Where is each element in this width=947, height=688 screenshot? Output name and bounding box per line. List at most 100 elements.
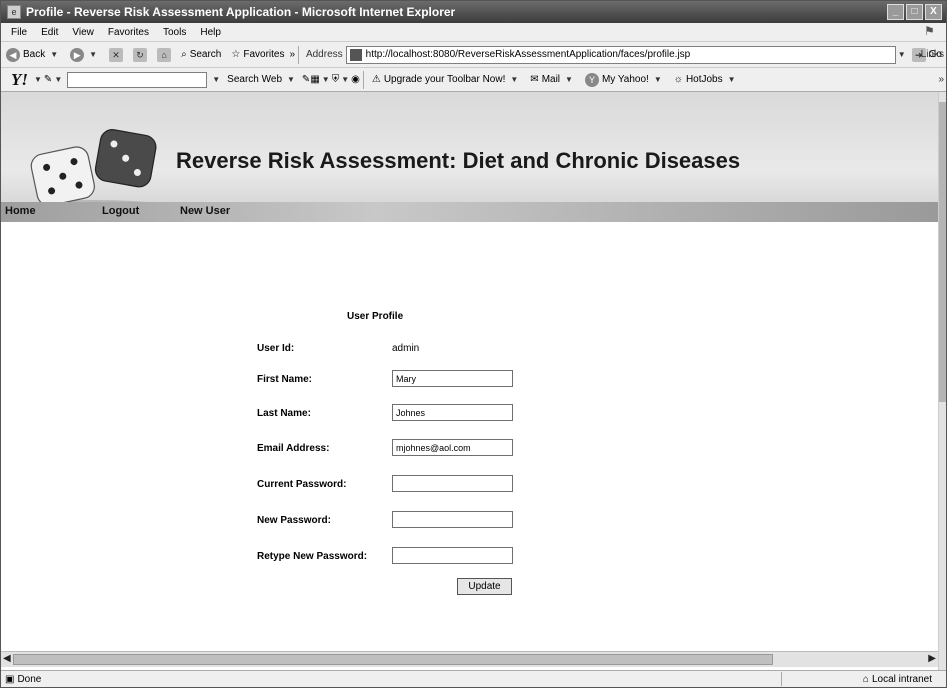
shield-dropdown-icon[interactable]: ▼	[339, 75, 351, 84]
new-password-field[interactable]	[392, 511, 513, 528]
mail-button[interactable]: ✉ Mail ▼	[525, 74, 580, 85]
stop-icon: ✕	[109, 47, 124, 62]
upgrade-dropdown-icon[interactable]: ▼	[508, 75, 520, 84]
minimize-button[interactable]: _	[887, 4, 904, 20]
my-yahoo-dropdown-icon[interactable]: ▼	[652, 75, 664, 84]
first-name-label: First Name:	[257, 374, 313, 385]
menu-tools[interactable]: Tools	[156, 27, 193, 38]
vertical-scroll-thumb[interactable]	[939, 102, 946, 402]
hotjobs-dropdown-icon[interactable]: ▼	[726, 75, 738, 84]
last-name-label: Last Name:	[257, 408, 311, 419]
highlight-pencil-icon[interactable]: ✎	[302, 74, 310, 85]
done-page-icon: ▣	[5, 673, 15, 685]
mail-envelope-icon: ✉	[530, 74, 539, 85]
mail-dropdown-icon[interactable]: ▼	[563, 75, 575, 84]
page-content: Reverse Risk Assessment: Diet and Chroni…	[1, 92, 938, 670]
window-title: Profile - Reverse Risk Assessment Applic…	[26, 5, 456, 19]
menu-file[interactable]: File	[1, 27, 34, 38]
title-bar: e Profile - Reverse Risk Assessment Appl…	[1, 1, 946, 23]
pencil-dropdown-icon[interactable]: ▼	[52, 75, 64, 84]
status-bar: ▣ Done ⌂ Local intranet	[1, 670, 946, 687]
update-button[interactable]: Update	[457, 578, 512, 595]
back-button[interactable]: ◀ Back ▼	[1, 47, 65, 62]
back-label: Back	[23, 49, 46, 60]
menu-help[interactable]: Help	[193, 27, 228, 38]
search-history-dropdown-icon[interactable]: ▼	[210, 75, 222, 84]
hotjobs-icon: ☼	[673, 74, 683, 85]
refresh-icon: ↻	[133, 47, 148, 62]
local-intranet-icon: ⌂	[862, 673, 869, 685]
current-password-field[interactable]	[392, 475, 513, 492]
address-bar[interactable]: http://localhost:8080/ReverseRiskAssessm…	[345, 45, 896, 64]
refresh-button[interactable]: ↻	[128, 47, 152, 62]
toolbar-separator	[298, 45, 299, 64]
grid-icon[interactable]: ▦	[310, 74, 319, 85]
nav-new-user-link[interactable]: New User	[180, 205, 230, 217]
grid-dropdown-icon[interactable]: ▼	[320, 75, 332, 84]
horizontal-scrollbar[interactable]: ◀ ▶	[1, 651, 938, 667]
favorites-button[interactable]: ☆ Favorites	[226, 49, 289, 60]
menu-bar: File Edit View Favorites Tools Help ⚑	[1, 23, 946, 41]
email-field[interactable]	[392, 439, 513, 456]
stop-button[interactable]: ✕	[104, 47, 128, 62]
yahoo-toolbar-overflow-chevron-icon[interactable]: »	[938, 74, 944, 85]
pencil-icon[interactable]: ✎	[44, 74, 52, 85]
home-button[interactable]: ⌂	[152, 47, 176, 62]
search-web-dropdown-icon[interactable]: ▼	[285, 75, 297, 84]
menu-edit[interactable]: Edit	[34, 27, 65, 38]
upgrade-label: Upgrade your Toolbar Now!	[383, 74, 506, 85]
home-icon: ⌂	[157, 47, 172, 62]
dice-logo	[24, 129, 164, 212]
circle-badge-icon[interactable]: ◉	[351, 74, 360, 85]
favorites-label: Favorites	[243, 49, 285, 60]
hotjobs-button[interactable]: ☼ HotJobs ▼	[669, 74, 743, 85]
yahoo-logo[interactable]: Y!	[1, 70, 32, 90]
maximize-button[interactable]: □	[906, 4, 923, 20]
horizontal-scroll-thumb[interactable]	[13, 654, 773, 665]
ie-page-icon: e	[7, 5, 21, 19]
toolbar-overflow-chevron-icon[interactable]: »	[289, 49, 295, 60]
nav-logout-link[interactable]: Logout	[102, 205, 139, 217]
my-yahoo-icon: Y	[584, 72, 599, 87]
close-button[interactable]: X	[925, 4, 942, 20]
window-controls: _ □ X	[887, 4, 942, 20]
yahoo-search-input[interactable]	[67, 71, 208, 88]
menu-view[interactable]: View	[65, 27, 101, 38]
security-zone: ⌂ Local intranet	[863, 674, 932, 685]
forward-button[interactable]: ▶ ▼	[65, 47, 104, 62]
links-label[interactable]: Links	[921, 49, 944, 60]
site-nav: Home Logout New User	[1, 202, 938, 222]
zone-text: Local intranet	[871, 673, 932, 685]
shield-icon[interactable]: ⛨	[332, 74, 340, 85]
user-id-label: User Id:	[257, 343, 295, 354]
scroll-right-arrow-icon[interactable]: ▶	[928, 653, 936, 664]
last-name-field[interactable]	[392, 404, 513, 421]
nav-home-link[interactable]: Home	[5, 205, 36, 217]
address-dropdown-icon[interactable]: ▼	[896, 50, 908, 59]
menu-favorites[interactable]: Favorites	[101, 27, 156, 38]
search-icon: ⌕	[181, 49, 187, 60]
address-url[interactable]: http://localhost:8080/ReverseRiskAssessm…	[366, 49, 691, 60]
search-button[interactable]: ⌕ Search	[176, 49, 226, 60]
vertical-scrollbar[interactable]	[938, 92, 946, 670]
retype-password-label: Retype New Password:	[257, 551, 368, 562]
star-icon: ☆	[231, 49, 241, 60]
status-separator	[781, 672, 782, 686]
user-profile-heading: User Profile	[347, 311, 404, 322]
windows-logo-icon: ⚑	[924, 24, 935, 38]
user-id-value: admin	[392, 343, 420, 354]
upgrade-toolbar-button[interactable]: ⚠ Upgrade your Toolbar Now! ▼	[367, 74, 525, 85]
scroll-left-arrow-icon[interactable]: ◀	[3, 653, 11, 664]
retype-password-field[interactable]	[392, 547, 513, 564]
forward-dropdown-icon[interactable]: ▼	[87, 50, 99, 59]
warning-icon: ⚠	[371, 74, 381, 85]
email-address-label: Email Address:	[257, 443, 330, 454]
back-dropdown-icon[interactable]: ▼	[48, 50, 60, 59]
status-text: Done	[17, 673, 42, 685]
search-web-label: Search Web	[227, 74, 282, 85]
site-title: Reverse Risk Assessment: Diet and Chroni…	[176, 148, 741, 173]
yahoo-menu-dropdown-icon[interactable]: ▼	[32, 75, 44, 84]
search-web-button[interactable]: Search Web ▼	[222, 74, 302, 85]
my-yahoo-button[interactable]: Y My Yahoo! ▼	[580, 72, 669, 87]
first-name-field[interactable]	[392, 370, 513, 387]
